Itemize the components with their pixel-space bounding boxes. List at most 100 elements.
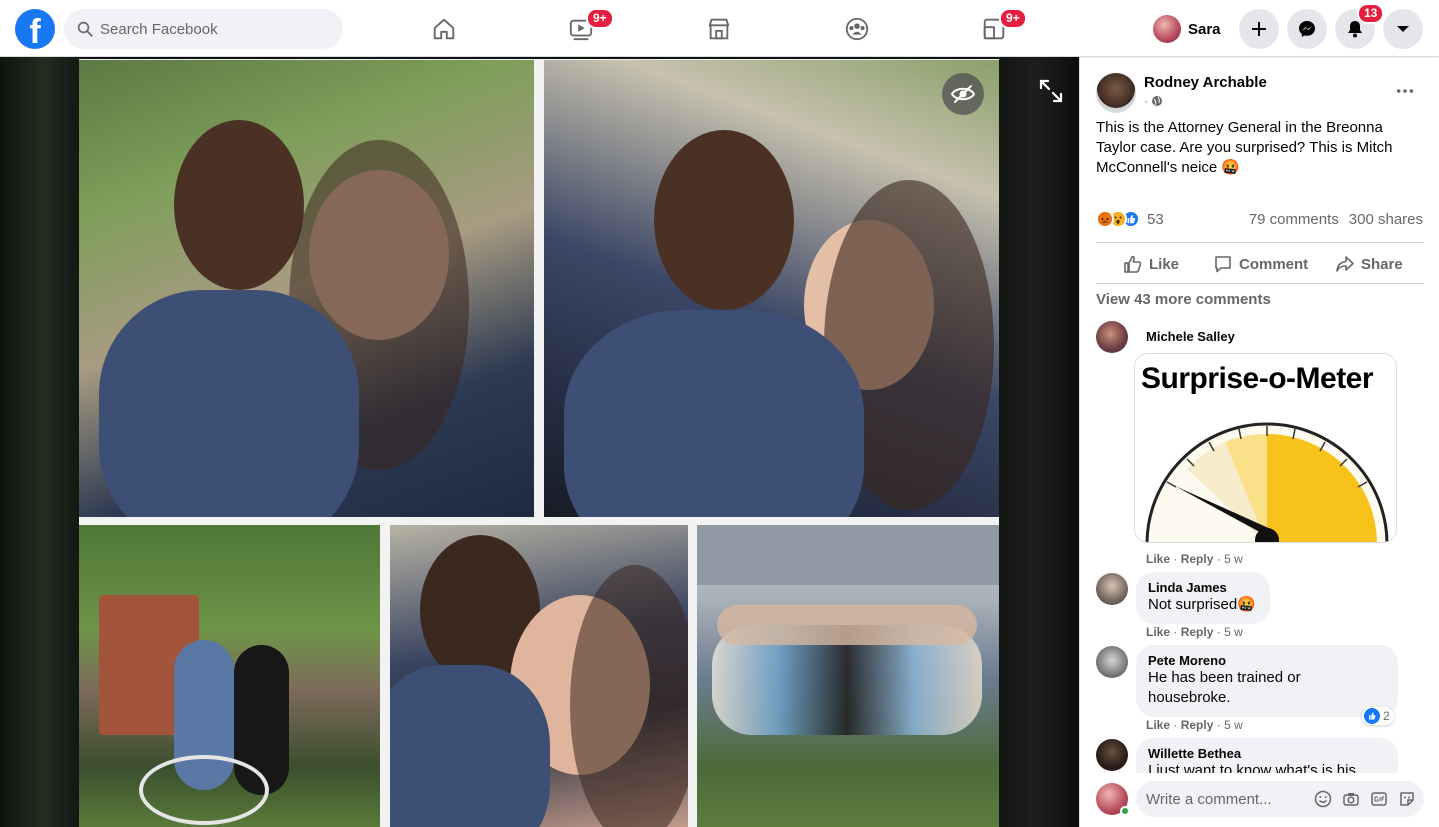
globe-icon: [1152, 96, 1162, 106]
comment-reply-link[interactable]: Reply: [1181, 718, 1214, 732]
like-label: Like: [1149, 255, 1180, 273]
comment-bubble: Pete Moreno He has been trained or house…: [1136, 645, 1398, 717]
commenter-avatar[interactable]: [1096, 573, 1128, 605]
author-name[interactable]: Rodney Archable: [1144, 74, 1267, 91]
commenter-avatar[interactable]: [1096, 646, 1128, 678]
share-label: Share: [1361, 255, 1403, 273]
surprise-meter-gauge-icon: [1145, 422, 1389, 542]
camera-icon[interactable]: [1340, 788, 1362, 810]
comment-reply-link[interactable]: Reply: [1181, 625, 1214, 639]
commenter-name[interactable]: Pete Moreno: [1148, 653, 1386, 668]
more-horizontal-icon: [1396, 89, 1414, 93]
avatar: [1153, 15, 1181, 43]
view-more-comments-link[interactable]: View 43 more comments: [1096, 291, 1271, 308]
comment-text: He has been trained or housebroke.: [1148, 669, 1301, 706]
comment-button[interactable]: Comment: [1213, 251, 1308, 277]
comment-meta: Like · Reply · 5 w: [1146, 552, 1243, 566]
account-menu-button[interactable]: [1383, 9, 1423, 49]
post-text: This is the Attorney General in the Breo…: [1096, 119, 1393, 176]
comment-like-number: 2: [1383, 709, 1390, 723]
notifications-button[interactable]: 13: [1335, 3, 1385, 49]
comment-composer: [1080, 773, 1439, 827]
tab-marketplace[interactable]: [664, 4, 774, 54]
post-stats: 79 comments 300 shares: [1249, 211, 1423, 228]
share-icon: [1336, 256, 1354, 272]
sticker-icon[interactable]: [1396, 788, 1418, 810]
commenter-name[interactable]: Michele Salley: [1146, 329, 1235, 344]
collage-photo-4: [390, 525, 688, 827]
comment-time[interactable]: 5 w: [1224, 718, 1243, 732]
comment-time[interactable]: 5 w: [1224, 552, 1243, 566]
home-icon: [433, 18, 455, 40]
groups-icon: [845, 17, 869, 41]
comment-like-link[interactable]: Like: [1146, 552, 1170, 566]
divider: [1096, 242, 1424, 243]
angry-reaction-icon: [1096, 210, 1114, 228]
expand-icon: [1039, 79, 1063, 103]
post-privacy: ·: [1144, 94, 1163, 108]
comment-input-box[interactable]: [1136, 781, 1424, 817]
sticker-title: Surprise-o-Meter: [1141, 362, 1374, 395]
gif-icon[interactable]: [1368, 788, 1390, 810]
toggle-visibility-button[interactable]: [942, 73, 984, 115]
notifications-badge: 13: [1357, 3, 1385, 24]
create-button[interactable]: [1239, 9, 1279, 49]
caret-down-icon: [1397, 26, 1409, 32]
post-photo-collage[interactable]: [79, 59, 999, 827]
comment-like-count[interactable]: 2: [1362, 707, 1394, 725]
meta-separator: ·: [1144, 94, 1148, 108]
eye-slash-icon: [950, 85, 976, 103]
comment-icon: [1215, 256, 1231, 273]
messenger-icon: [1299, 21, 1315, 37]
comments-count-link[interactable]: 79 comments: [1249, 211, 1339, 228]
share-button[interactable]: Share: [1335, 251, 1403, 277]
tab-gaming[interactable]: 9+: [939, 4, 1049, 54]
tab-watch[interactable]: 9+: [526, 4, 636, 54]
reaction-summary[interactable]: 53: [1096, 210, 1164, 228]
comment-time[interactable]: 5 w: [1224, 625, 1243, 639]
comment-like-link[interactable]: Like: [1146, 625, 1170, 639]
search-input[interactable]: [100, 20, 320, 38]
reaction-count: 53: [1147, 210, 1164, 228]
online-status-dot: [1120, 806, 1130, 816]
commenter-avatar[interactable]: [1096, 739, 1128, 771]
top-navigation-bar: f 9+ 9+ Sara 13: [0, 0, 1439, 57]
comment-like-link[interactable]: Like: [1146, 718, 1170, 732]
collage-photo-3: [79, 525, 380, 827]
fullscreen-button[interactable]: [1034, 74, 1068, 108]
like-button[interactable]: Like: [1123, 251, 1179, 277]
search-bar[interactable]: [64, 9, 343, 49]
comment-meta: Like · Reply · 5 w: [1146, 625, 1243, 639]
comment-label: Comment: [1239, 255, 1309, 273]
photo-viewer: [0, 57, 1079, 827]
post-options-button[interactable]: [1390, 79, 1420, 103]
profile-shortcut[interactable]: Sara: [1150, 11, 1229, 47]
comment-input[interactable]: [1146, 790, 1306, 808]
messenger-button[interactable]: [1287, 9, 1327, 49]
commenter-name[interactable]: Linda James: [1148, 580, 1258, 595]
plus-icon: [1252, 22, 1266, 36]
commenter-name[interactable]: Willette Bethea: [1148, 746, 1386, 761]
emoji-icon[interactable]: [1312, 788, 1334, 810]
tab-home[interactable]: [389, 4, 499, 54]
collage-photo-5: [697, 525, 999, 827]
collage-photo-1: [79, 60, 534, 517]
tab-groups[interactable]: [802, 4, 912, 54]
post-sidebar: Rodney Archable · This is the Attorney G…: [1079, 57, 1439, 827]
like-reaction-icon: [1364, 708, 1380, 724]
shop-icon: [708, 18, 730, 40]
comment-bubble: Linda James Not surprised🤬: [1136, 572, 1270, 624]
comment-text: Not surprised🤬: [1148, 596, 1256, 613]
comment-sticker-image[interactable]: Surprise-o-Meter: [1134, 353, 1397, 543]
watch-badge: 9+: [586, 8, 614, 29]
comment-reply-link[interactable]: Reply: [1181, 552, 1214, 566]
shares-count-link[interactable]: 300 shares: [1349, 211, 1423, 228]
facebook-logo-icon[interactable]: f: [15, 9, 55, 49]
profile-name: Sara: [1188, 20, 1221, 38]
comment-meta: Like · Reply · 5 w: [1146, 718, 1243, 732]
author-avatar[interactable]: [1096, 73, 1136, 113]
collage-photo-2: [544, 60, 999, 517]
gaming-badge: 9+: [999, 8, 1027, 29]
commenter-avatar[interactable]: [1096, 321, 1128, 353]
search-icon: [77, 21, 93, 37]
